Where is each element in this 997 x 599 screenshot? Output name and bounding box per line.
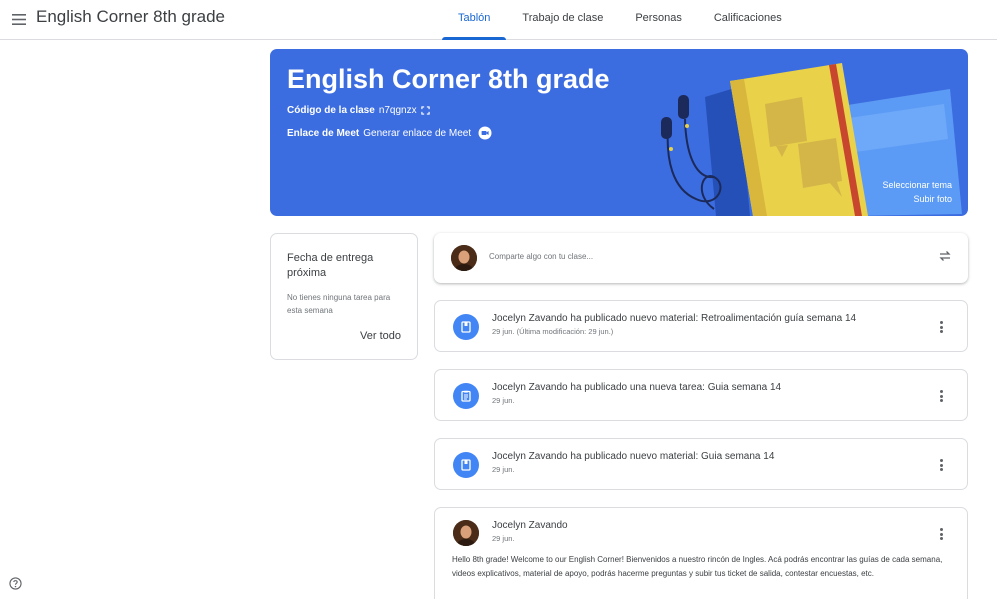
tab-people[interactable]: Personas: [619, 0, 697, 40]
more-options-icon[interactable]: [937, 388, 945, 404]
class-code-label: Código de la clase: [287, 105, 375, 116]
stream-item-title[interactable]: Jocelyn Zavando ha publicado nuevo mater…: [492, 451, 774, 462]
class-code: n7qgnzx: [378, 105, 417, 116]
help-icon[interactable]: [9, 577, 22, 590]
stream-item[interactable]: Jocelyn Zavando ha publicado una nueva t…: [434, 369, 968, 421]
avatar: [453, 520, 479, 546]
hamburger-menu-icon[interactable]: [8, 8, 30, 30]
select-theme-link[interactable]: Seleccionar tema: [882, 180, 952, 190]
top-app-bar: English Corner 8th grade Tablón Trabajo …: [0, 0, 997, 40]
class-tabs: Tablón Trabajo de clase Personas Calific…: [442, 0, 798, 40]
fullscreen-icon[interactable]: [420, 106, 430, 115]
view-all-link[interactable]: Ver todo: [360, 330, 401, 342]
material-icon: [453, 314, 479, 340]
share-with-class-box[interactable]: Comparte algo con tu clase...: [434, 233, 968, 283]
tab-stream[interactable]: Tablón: [442, 0, 507, 40]
repost-icon[interactable]: [938, 249, 952, 263]
upcoming-title: Fecha de entrega próxima: [287, 252, 374, 279]
upcoming-work-card: Fecha de entrega próxima No tienes ningu…: [270, 233, 418, 360]
stream-item-date: 29 jun. (Última modificación: 29 jun.): [492, 327, 614, 336]
assignment-icon: [453, 383, 479, 409]
stream-item-title[interactable]: Jocelyn Zavando ha publicado nuevo mater…: [492, 313, 856, 324]
tab-classwork[interactable]: Trabajo de clase: [506, 0, 619, 40]
stream-item[interactable]: Jocelyn Zavando ha publicado nuevo mater…: [434, 300, 968, 352]
more-options-icon[interactable]: [937, 319, 945, 335]
banner-illustration: [661, 63, 962, 216]
avatar: [451, 245, 477, 271]
generate-meet-link[interactable]: Generar enlace de Meet: [363, 128, 471, 139]
tab-grades[interactable]: Calificaciones: [698, 0, 798, 40]
stream-item[interactable]: Jocelyn Zavando ha publicado nuevo mater…: [434, 438, 968, 490]
more-options-icon[interactable]: [937, 457, 945, 473]
more-options-icon[interactable]: [937, 526, 945, 542]
announcement-body: Hello 8th grade! Welcome to our English …: [452, 555, 943, 578]
announcement-date: 29 jun.: [492, 534, 515, 543]
class-title[interactable]: English Corner 8th grade: [36, 7, 225, 27]
announcement-card: Jocelyn Zavando 29 jun. Hello 8th grade!…: [434, 507, 968, 599]
share-placeholder[interactable]: Comparte algo con tu clase...: [489, 252, 593, 261]
meet-icon[interactable]: [478, 126, 492, 140]
stream-item-date: 29 jun.: [492, 396, 515, 405]
stream-item-title[interactable]: Jocelyn Zavando ha publicado una nueva t…: [492, 382, 781, 393]
meet-label: Enlace de Meet: [287, 127, 360, 139]
upload-photo-link[interactable]: Subir foto: [913, 194, 952, 204]
class-banner: English Corner 8th grade Código de la cl…: [270, 49, 968, 216]
stream-item-date: 29 jun.: [492, 465, 515, 474]
class-code-row: Código de la clase n7qgnzx: [287, 105, 430, 116]
upcoming-empty-text: No tienes ninguna tarea para esta semana: [287, 293, 391, 315]
announcement-author: Jocelyn Zavando: [492, 520, 568, 531]
banner-title: English Corner 8th grade: [287, 64, 610, 94]
meet-link-row: Enlace de Meet Generar enlace de Meet: [287, 126, 492, 140]
material-icon: [453, 452, 479, 478]
